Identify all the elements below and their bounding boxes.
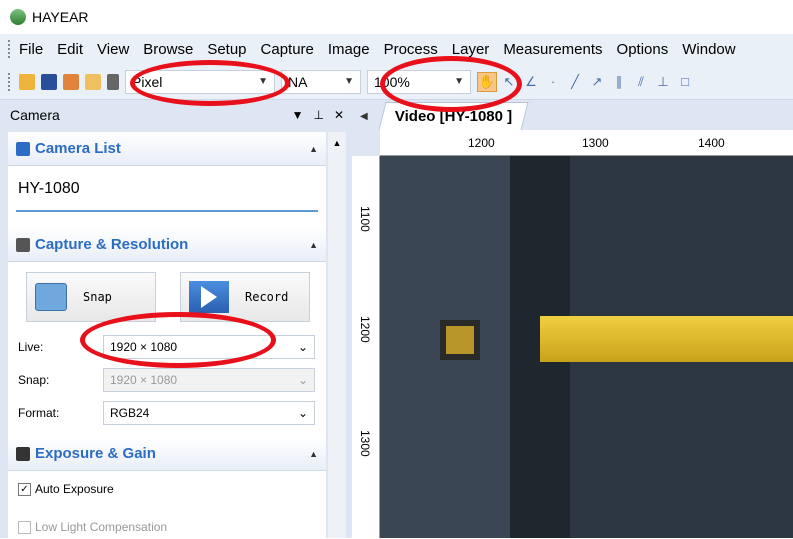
ruler-x-label: 1400 bbox=[698, 136, 725, 150]
snap-row: Snap: 1920 × 1080 ⌄ bbox=[8, 363, 326, 396]
ruler-y-label: 1200 bbox=[358, 316, 372, 343]
chevron-down-icon: ⌄ bbox=[297, 405, 308, 420]
menu-options[interactable]: Options bbox=[617, 41, 669, 58]
video-image[interactable] bbox=[380, 156, 793, 538]
panel-header: Camera ▼ ⊥ ✕ bbox=[0, 100, 352, 130]
chevron-down-icon: ⌄ bbox=[297, 339, 308, 354]
menu-layer[interactable]: Layer bbox=[452, 41, 490, 58]
ruler-y-label: 1300 bbox=[358, 430, 372, 457]
auto-exposure-checkbox[interactable]: ✓ bbox=[18, 482, 31, 496]
save-all-icon[interactable] bbox=[63, 73, 79, 90]
snap-resolution-value: 1920 × 1080 bbox=[110, 372, 178, 387]
browse-folder-icon[interactable] bbox=[85, 73, 101, 90]
menu-image[interactable]: Image bbox=[328, 41, 370, 58]
tab-scroll-left-icon[interactable]: ◀ bbox=[360, 111, 368, 122]
rectangle-icon[interactable]: □ bbox=[675, 72, 695, 92]
camera-icon bbox=[16, 237, 30, 252]
chevron-down-icon: ▼ bbox=[344, 76, 354, 87]
horizontal-ruler: 1200 1300 1400 bbox=[380, 130, 793, 156]
low-light-row: Low Light Compensation bbox=[8, 515, 326, 539]
calibration-value: NA bbox=[288, 73, 308, 90]
dropdown-icon[interactable]: ▼ bbox=[292, 108, 304, 122]
ruler-x-label: 1300 bbox=[582, 136, 609, 150]
image-pad bbox=[440, 320, 480, 360]
annotation-circle bbox=[130, 60, 290, 106]
camera-list-item[interactable]: HY-1080 bbox=[8, 166, 326, 210]
collapse-icon[interactable]: ▲ bbox=[309, 449, 318, 459]
menu-capture[interactable]: Capture bbox=[261, 41, 314, 58]
panel-controls: ▼ ⊥ ✕ bbox=[292, 108, 344, 122]
capture-title: Capture & Resolution bbox=[35, 236, 189, 253]
menu-measurements[interactable]: Measurements bbox=[503, 41, 602, 58]
menu-setup[interactable]: Setup bbox=[207, 41, 246, 58]
document-area: ◀ Video [HY-1080 ] 1200 1300 1400 1100 1… bbox=[352, 100, 793, 538]
angle-icon[interactable]: ∠ bbox=[521, 72, 541, 92]
save-icon[interactable] bbox=[41, 73, 57, 90]
pin-icon[interactable]: ⊥ bbox=[313, 108, 323, 122]
low-light-checkbox bbox=[18, 520, 31, 534]
ruler-x-label: 1200 bbox=[468, 136, 495, 150]
menu-view[interactable]: View bbox=[97, 41, 129, 58]
panel-title: Camera bbox=[10, 107, 60, 123]
ruler-y-label: 1100 bbox=[358, 206, 372, 232]
capture-header[interactable]: Capture & Resolution ▲ bbox=[8, 228, 326, 262]
snap-label: Snap bbox=[83, 290, 112, 304]
panel-scrollbar[interactable]: ▲ bbox=[328, 132, 346, 538]
title-bar: HAYEAR bbox=[0, 0, 793, 34]
camera-list-header[interactable]: Camera List ▲ bbox=[8, 132, 326, 166]
play-icon bbox=[189, 281, 229, 313]
line-icon[interactable]: ╱ bbox=[565, 72, 585, 92]
exposure-icon bbox=[16, 446, 30, 461]
format-row: Format: RGB24 ⌄ bbox=[8, 396, 326, 429]
format-value: RGB24 bbox=[110, 405, 150, 420]
close-icon[interactable]: ✕ bbox=[334, 108, 344, 122]
chevron-down-icon: ⌄ bbox=[297, 372, 308, 387]
vertical-ruler: 1100 1200 1300 bbox=[352, 156, 380, 538]
parallel-lines-icon[interactable]: ∥ bbox=[609, 72, 629, 92]
perpendicular-icon[interactable]: ⊥ bbox=[653, 72, 673, 92]
camera-list-icon bbox=[16, 141, 30, 156]
open-folder-icon[interactable] bbox=[19, 73, 35, 90]
menu-window[interactable]: Window bbox=[682, 41, 735, 58]
low-light-label: Low Light Compensation bbox=[35, 520, 168, 534]
exposure-title: Exposure & Gain bbox=[35, 445, 156, 462]
grip-icon bbox=[8, 40, 11, 58]
menu-file[interactable]: File bbox=[19, 41, 43, 58]
grip-icon bbox=[8, 72, 11, 91]
annotation-circle bbox=[80, 312, 276, 368]
format-label: Format: bbox=[18, 405, 60, 420]
scroll-up-icon[interactable]: ▲ bbox=[328, 132, 346, 148]
snap-res-label: Snap: bbox=[18, 372, 50, 387]
auto-exposure-row: ✓ Auto Exposure bbox=[8, 477, 326, 501]
snap-camera-icon bbox=[35, 283, 67, 311]
menu-edit[interactable]: Edit bbox=[57, 41, 83, 58]
collapse-icon[interactable]: ▲ bbox=[309, 240, 318, 250]
multi-parallel-icon[interactable]: ⫽ bbox=[631, 72, 651, 92]
app-title: HAYEAR bbox=[32, 9, 89, 25]
annotation-circle bbox=[380, 56, 522, 112]
menu-bar: File Edit View Browse Setup Capture Imag… bbox=[0, 34, 793, 64]
camera-list-title: Camera List bbox=[35, 140, 121, 157]
record-label: Record bbox=[245, 290, 289, 304]
layout-icon[interactable] bbox=[107, 73, 119, 90]
menu-process[interactable]: Process bbox=[384, 41, 438, 58]
app-logo-icon bbox=[10, 9, 26, 25]
menu-browse[interactable]: Browse bbox=[143, 41, 193, 58]
arrow-line-icon[interactable]: ↗ bbox=[587, 72, 607, 92]
point-icon[interactable]: · bbox=[543, 72, 563, 92]
exposure-header[interactable]: Exposure & Gain ▲ bbox=[8, 437, 326, 471]
snap-resolution-select: 1920 × 1080 ⌄ bbox=[103, 367, 315, 392]
format-select[interactable]: RGB24 ⌄ bbox=[103, 400, 315, 425]
auto-exposure-label: Auto Exposure bbox=[35, 482, 114, 496]
calibration-combo[interactable]: NA ▼ bbox=[281, 69, 361, 94]
collapse-icon[interactable]: ▲ bbox=[309, 144, 318, 154]
image-bright-trace bbox=[540, 316, 793, 362]
